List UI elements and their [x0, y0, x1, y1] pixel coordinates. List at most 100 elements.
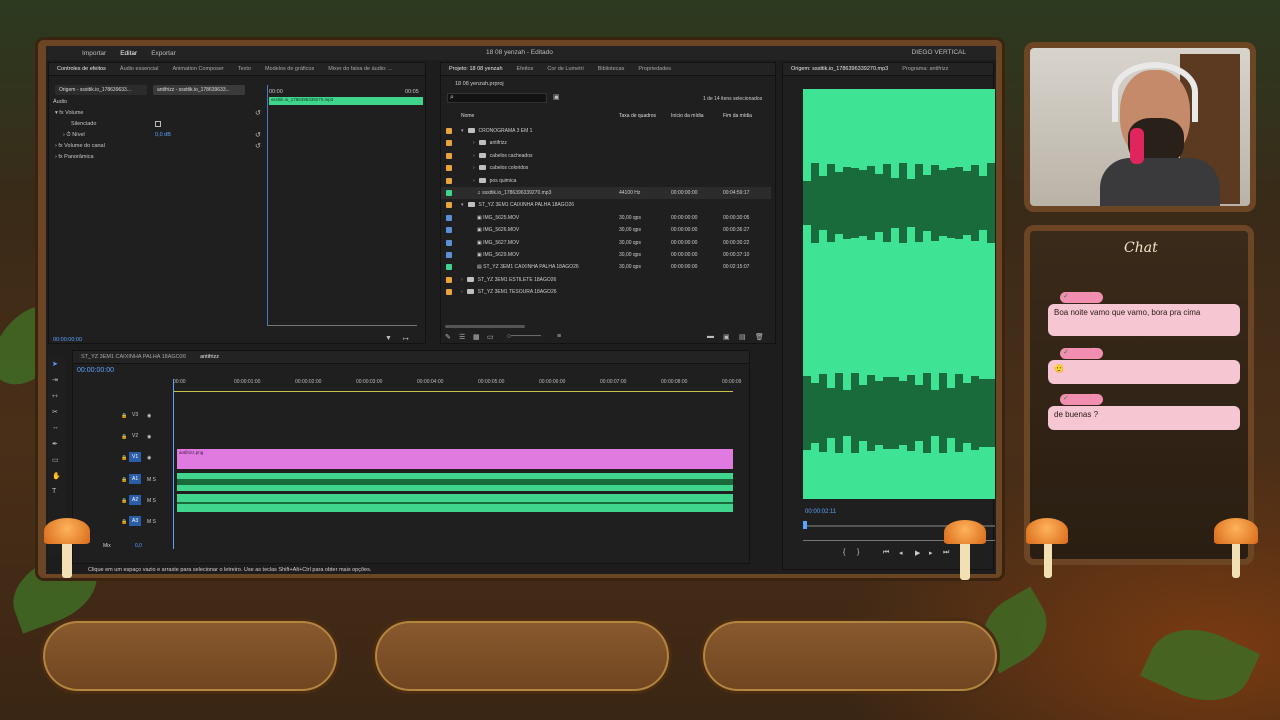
expand-toggle-icon[interactable]: ▾: [461, 128, 464, 134]
track-header-a2[interactable]: 🔒 A2 M S: [97, 494, 173, 512]
lock-icon[interactable]: 🔒: [121, 477, 127, 483]
ec-row-mute[interactable]: Silenciado: [71, 121, 96, 127]
automate-icon[interactable]: ▬: [707, 333, 714, 340]
mute-solo-icon[interactable]: M S: [147, 519, 156, 525]
eye-icon[interactable]: ◉: [147, 455, 151, 461]
label-color-swatch[interactable]: [446, 128, 452, 134]
project-list-item[interactable]: › ST_YZ 3EM1 TESOURA 18AGO26: [441, 286, 771, 298]
step-back-icon[interactable]: ◂: [899, 549, 903, 557]
eye-icon[interactable]: ◉: [147, 413, 151, 419]
col-name[interactable]: Nome: [461, 113, 474, 119]
label-color-swatch[interactable]: [446, 276, 452, 283]
track-label[interactable]: A1: [129, 474, 142, 484]
track-label[interactable]: V3: [129, 410, 141, 420]
project-list-item[interactable]: ▾ ST_YZ 3EM1 CAIXINHA PALHA 18AGO26: [441, 199, 771, 211]
trash-icon[interactable]: 🗑: [755, 333, 764, 341]
lock-icon[interactable]: 🔒: [121, 498, 127, 504]
new-bin-icon[interactable]: ▣: [553, 93, 560, 101]
expand-toggle-icon[interactable]: ›: [473, 153, 475, 159]
expand-toggle-icon[interactable]: ›: [461, 277, 463, 283]
reset-icon[interactable]: ↺: [255, 131, 261, 139]
pencil-icon[interactable]: ✎: [445, 333, 451, 341]
project-list-item[interactable]: ▣ IMG_5626.MOV 30,00 qps 00:00:00:00 00:00:…: [441, 224, 771, 236]
slip-tool-icon[interactable]: ↔: [52, 424, 59, 431]
tab-properties[interactable]: Propriedades: [638, 66, 671, 72]
list-view-icon[interactable]: ☰: [459, 333, 465, 341]
ec-current-time[interactable]: 00:00:00:00: [53, 337, 82, 343]
zoom-slider[interactable]: ○──────: [507, 333, 541, 340]
project-list-item[interactable]: ▣ IMG_5625.MOV 30,00 qps 00:00:00:00 00:00:…: [441, 212, 771, 224]
razor-tool-icon[interactable]: ✂: [52, 408, 58, 416]
track-label[interactable]: A2: [129, 495, 142, 505]
project-list-item[interactable]: › antifrizz: [441, 137, 771, 149]
project-list-item[interactable]: ▤ ST_YZ 3EM1 CAIXINHA PALHA 18AGO26 30,00…: [441, 261, 771, 273]
expand-toggle-icon[interactable]: ›: [473, 140, 475, 146]
ec-row-channel-volume[interactable]: › fx Volume do canal: [55, 143, 105, 149]
label-color-swatch[interactable]: [446, 252, 452, 258]
source-clip-selector[interactable]: Origem - sssttik.io_178639633...: [55, 85, 147, 95]
project-list-item[interactable]: › cabelos cacheados: [441, 150, 771, 162]
track-header-v1[interactable]: 🔒 V1 ◉: [97, 451, 173, 469]
label-color-swatch[interactable]: [446, 202, 452, 209]
freeform-view-icon[interactable]: ▭: [487, 333, 494, 341]
level-value[interactable]: 0,0 dB: [155, 132, 171, 138]
ec-clip-bar[interactable]: sssttik.io_1786396339270.mp3: [269, 97, 423, 105]
tab-audio-mixer[interactable]: Mixer do faixa de áudio: ...: [328, 66, 393, 72]
track-select-icon[interactable]: ⇥: [52, 376, 58, 384]
mute-solo-icon[interactable]: M S: [147, 477, 156, 483]
mark-in-icon[interactable]: {: [843, 549, 845, 556]
tab-sequence-antifrizz[interactable]: antifrizz: [200, 354, 219, 360]
rectangle-tool-icon[interactable]: ▭: [52, 456, 59, 464]
ripple-edit-icon[interactable]: ⇿: [52, 392, 58, 400]
go-to-in-icon[interactable]: ⏮: [883, 549, 889, 557]
tab-source[interactable]: Origem: sssttik.io_1786396339270.mp3: [791, 66, 888, 72]
expand-toggle-icon[interactable]: ▾: [461, 202, 464, 208]
label-color-swatch[interactable]: [446, 190, 452, 196]
new-item-icon[interactable]: ▤: [739, 333, 746, 341]
lock-icon[interactable]: 🔒: [121, 413, 127, 419]
track-label[interactable]: A3: [129, 516, 142, 526]
play-icon[interactable]: ▶: [915, 549, 920, 557]
project-list-item[interactable]: › cabelos coloridos: [441, 162, 771, 174]
sequence-clip-selector[interactable]: antifrizz - sssttik.io_178639633...: [153, 85, 245, 95]
label-color-swatch[interactable]: [446, 239, 452, 246]
filter-icon[interactable]: ▼: [385, 335, 392, 342]
tab-project[interactable]: Projeto: 18 08 yenzah: [449, 66, 503, 72]
hand-tool-icon[interactable]: ✋: [52, 472, 61, 480]
col-framerate[interactable]: Taxa de quadros: [619, 113, 656, 119]
monitor-timecode[interactable]: 00:00:02:11: [805, 509, 836, 515]
label-color-swatch[interactable]: [446, 140, 452, 147]
tab-effects[interactable]: Efeitos: [517, 66, 534, 72]
label-color-swatch[interactable]: [446, 264, 452, 271]
tab-graphics-templates[interactable]: Modelos de gráficos: [265, 66, 314, 72]
expand-toggle-icon[interactable]: ›: [473, 178, 475, 184]
go-to-out-icon[interactable]: ⏭: [943, 549, 949, 557]
label-color-swatch[interactable]: [446, 165, 452, 172]
project-list-item[interactable]: › pos quimica: [441, 175, 771, 187]
lock-icon[interactable]: 🔒: [121, 519, 127, 525]
workspace-name[interactable]: DIEGO VERTICAL: [912, 49, 966, 56]
monitor-playhead[interactable]: [803, 521, 807, 529]
col-media-start[interactable]: Início da mídia: [671, 113, 704, 119]
mark-out-icon[interactable]: }: [857, 549, 859, 556]
mix-value[interactable]: 0,0: [135, 543, 142, 549]
tab-libraries[interactable]: Bibliotecas: [598, 66, 625, 72]
tab-text[interactable]: Texto: [238, 66, 251, 72]
project-list-item[interactable]: ▾ CRONOGRAMA 3 EM 1: [441, 125, 771, 137]
icon-view-icon[interactable]: ▦: [473, 333, 480, 341]
export-icon[interactable]: ↦: [403, 335, 409, 343]
ec-row-panner[interactable]: › fx Panorâmica: [55, 154, 94, 160]
reset-icon[interactable]: ↺: [255, 109, 261, 117]
new-bin-bottom-icon[interactable]: ▣: [723, 333, 730, 341]
label-color-swatch[interactable]: [446, 227, 452, 234]
label-color-swatch[interactable]: [446, 177, 452, 184]
track-header-v2[interactable]: 🔒 V2 ◉: [97, 430, 173, 448]
timeline-timecode[interactable]: 00:00:00:00: [77, 367, 114, 374]
project-scroll-bar[interactable]: [445, 325, 525, 328]
tab-program[interactable]: Programa: antifrizz: [902, 66, 948, 72]
reset-icon[interactable]: ↺: [255, 142, 261, 150]
ec-zoom-bar[interactable]: [267, 325, 417, 326]
project-list-item[interactable]: ▣ IMG_5627.MOV 30,00 qps 00:00:00:00 00:00:…: [441, 237, 771, 249]
tab-sequence-caixinha[interactable]: ST_YZ 3EM1 CAIXINHA PALHA 18AGO26: [81, 354, 186, 360]
type-tool-icon[interactable]: T: [52, 488, 56, 495]
